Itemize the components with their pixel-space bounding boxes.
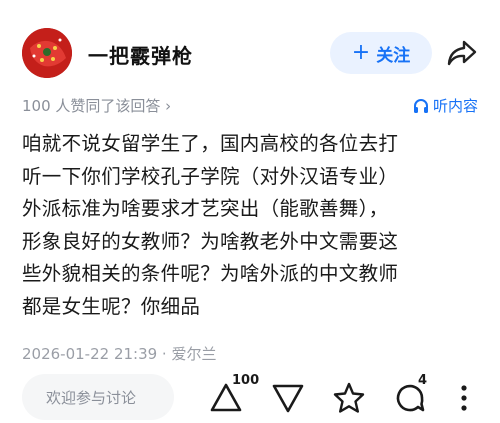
upvote-count: 100 [232, 373, 260, 388]
favorite-button[interactable] [331, 380, 367, 416]
headphones-icon [413, 98, 428, 113]
answer-content: 咱就不说女留学生了，国内高校的各位去打 听一下你们学校孔子学院（对外汉语专业） … [22, 128, 482, 323]
share-icon[interactable] [446, 38, 478, 68]
answer-header: 一把霰弹枪 + 关注 [0, 0, 500, 100]
more-button[interactable] [446, 380, 482, 416]
plus-icon: + [351, 40, 371, 65]
avatar[interactable] [22, 28, 72, 78]
answer-line: 外派标准为啥要求才艺突出（能歌善舞）， [22, 197, 389, 220]
more-icon [461, 385, 467, 411]
answer-line: 咱就不说女留学生了，国内高校的各位去打 [22, 132, 399, 155]
upvote-summary-link[interactable]: 100 人赞同了该回答 › [22, 95, 171, 116]
answer-meta-row: 100 人赞同了该回答 › 听内容 [22, 95, 478, 117]
answer-line: 些外貌相关的条件呢？为啥外派的中文教师 [22, 262, 399, 285]
downvote-button[interactable] [270, 380, 306, 416]
author-name[interactable]: 一把霰弹枪 [88, 40, 193, 69]
star-icon [333, 382, 365, 413]
follow-button[interactable]: + 关注 [330, 32, 432, 74]
answer-line: 听一下你们学校孔子学院（对外汉语专业） [22, 164, 399, 188]
answer-line: 都是女生呢？你细品 [22, 294, 201, 318]
downvote-icon [272, 384, 304, 413]
comment-input[interactable]: 欢迎参与讨论 [22, 374, 174, 420]
avatar-image [22, 28, 72, 78]
listen-button[interactable]: 听内容 [413, 95, 478, 116]
timestamp-location: 2026-01-22 21:39 · 爱尔兰 [22, 345, 217, 363]
listen-label: 听内容 [432, 97, 478, 115]
answer-line: 形象良好的女教师？为啥教老外中文需要这 [22, 229, 399, 253]
follow-label: 关注 [376, 45, 411, 66]
comment-count: 4 [418, 373, 428, 388]
